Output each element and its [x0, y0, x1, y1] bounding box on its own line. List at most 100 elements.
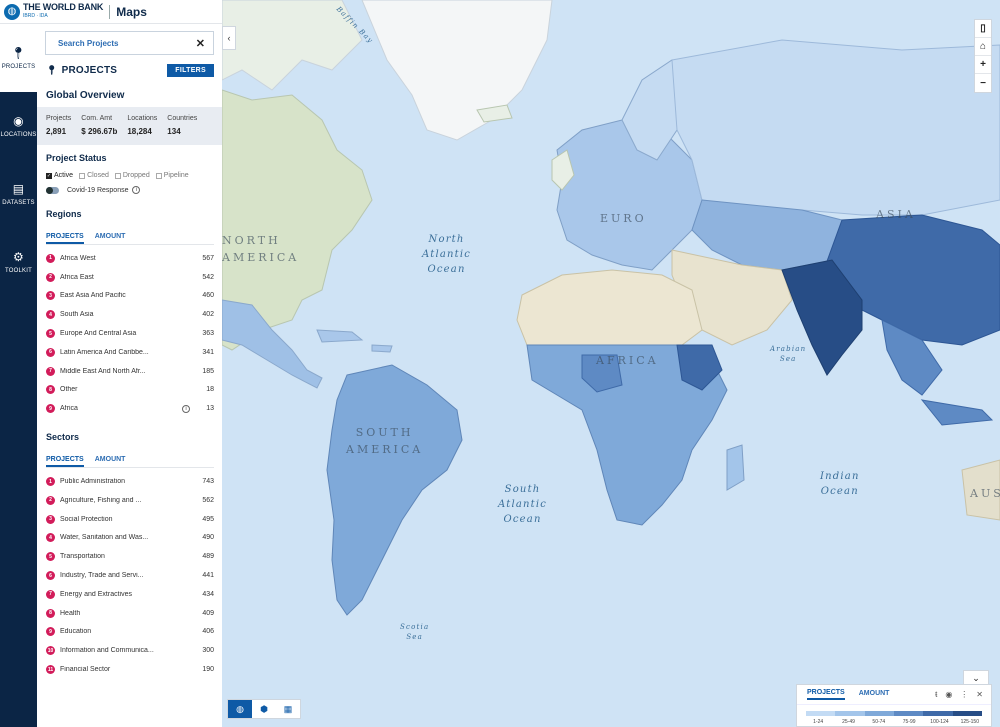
list-item[interactable]: 3 East Asia And Pacific 460	[46, 287, 214, 306]
list-item[interactable]: 5 Europe And Central Asia 363	[46, 324, 214, 343]
globe-icon[interactable]: ◍	[228, 700, 252, 718]
rank-badge: 8	[46, 608, 55, 618]
sectors-tabs: PROJECTS AMOUNT	[46, 456, 214, 469]
app-title[interactable]: Maps	[116, 5, 147, 19]
map-label-africa: AFRICA	[596, 354, 659, 367]
status-pipeline-checkbox[interactable]: Pipeline	[155, 172, 189, 179]
pin-icon: 📍︎	[46, 65, 58, 75]
zoom-in-button[interactable]: +	[975, 56, 991, 74]
list-item[interactable]: 7 Energy and Extractives 434	[46, 585, 214, 604]
rail-item-locations[interactable]: ◉ LOCATIONS	[0, 92, 37, 160]
south-america-landmass	[326, 364, 463, 616]
regions-tabs: PROJECTS AMOUNT	[46, 233, 214, 245]
rank-badge: 2	[46, 495, 55, 505]
tab-sectors-projects[interactable]: PROJECTS	[46, 456, 84, 468]
zoom-out-button[interactable]: −	[975, 74, 991, 92]
brand-sub: IBRD · IDA	[23, 12, 48, 19]
info-icon[interactable]: i	[132, 186, 141, 194]
map-label-arabian-sea: Arabian Sea	[770, 345, 807, 363]
list-item[interactable]: 2 Africa East 542	[46, 268, 214, 287]
status-active-checkbox[interactable]: ✓ Active	[46, 172, 73, 179]
tab-legend-amount[interactable]: AMOUNT	[859, 690, 890, 699]
info-icon[interactable]: i	[182, 404, 190, 413]
item-name: Middle East And North Afr...	[60, 367, 146, 375]
item-name: Financial Sector	[60, 666, 111, 674]
legend-swatch	[893, 711, 924, 716]
item-name: East Asia And Pacific	[60, 292, 126, 300]
collapse-panel-button[interactable]: ‹	[222, 26, 236, 50]
table-icon[interactable]: ▦	[276, 700, 300, 718]
rail-item-projects[interactable]: 📍︎ PROJECTS	[0, 24, 37, 92]
toolkit-icon: ⚙	[13, 250, 24, 264]
text-size-icon[interactable]: ŧ	[935, 690, 937, 699]
map-controls: ▯ ⌂ + −	[974, 19, 992, 93]
legend-color-scale	[806, 711, 982, 716]
item-count: 406	[202, 628, 214, 636]
rank-badge: 5	[46, 552, 55, 562]
list-item[interactable]: 6 Latin America And Caribbe... 341	[46, 343, 214, 362]
search-input[interactable]: Search Projects ✕	[45, 31, 214, 55]
rail-item-toolkit[interactable]: ⚙ TOOLKIT	[0, 228, 37, 296]
item-count: 489	[202, 553, 214, 561]
tab-regions-projects[interactable]: PROJECTS	[46, 233, 84, 244]
rank-badge: 6	[46, 571, 55, 581]
north-africa-landmass	[516, 269, 703, 351]
rank-badge: 9	[46, 404, 55, 414]
list-item[interactable]: 7 Middle East And North Afr... 185	[46, 362, 214, 381]
russia-landmass	[671, 39, 1000, 216]
datasets-icon: ▤	[12, 182, 25, 196]
list-item[interactable]: 4 Water, Sanitation and Was... 490	[46, 529, 214, 548]
tab-legend-projects[interactable]: PROJECTS	[807, 689, 845, 700]
legend-swatch	[835, 711, 865, 716]
covid-toggle[interactable]	[46, 186, 59, 194]
item-count: 190	[202, 666, 214, 674]
list-item[interactable]: 6 Industry, Trade and Servi... 441	[46, 566, 214, 585]
list-item[interactable]: 1 Africa West 567	[46, 249, 214, 268]
list-item[interactable]: 5 Transportation 489	[46, 547, 214, 566]
item-name: Information and Communica...	[60, 647, 154, 655]
list-item[interactable]: 8 Health 409	[46, 604, 214, 623]
global-overview-title: Global Overview	[46, 90, 125, 101]
item-name: Africa West	[60, 254, 96, 262]
stat-label: Locations	[127, 115, 158, 122]
item-count: 542	[202, 273, 214, 281]
rank-badge: 1	[46, 253, 55, 263]
book-icon[interactable]: ▯	[975, 20, 991, 38]
list-item[interactable]: 8 Other 18	[46, 381, 214, 400]
list-item[interactable]: 10 Information and Communica... 300	[46, 641, 214, 660]
home-icon[interactable]: ⌂	[975, 38, 991, 56]
item-name: Africa	[60, 405, 78, 413]
filters-button[interactable]: FILTERS	[167, 64, 214, 77]
hexagon-icon[interactable]: ⬢	[252, 700, 276, 718]
brand-divider	[109, 4, 111, 19]
close-icon[interactable]: ✕	[976, 690, 983, 699]
item-name: Transportation	[60, 553, 105, 561]
more-icon[interactable]: ⋮	[960, 690, 968, 699]
item-name: Industry, Trade and Servi...	[60, 572, 144, 580]
list-item[interactable]: 4 South Asia 402	[46, 305, 214, 324]
world-map[interactable]: Baffin Bay North Atlantic Ocean South Atlan…	[222, 0, 1000, 727]
list-item[interactable]: 2 Agriculture, Fishing and ... 562	[46, 491, 214, 510]
map-label-asia: ASIA	[876, 208, 916, 221]
close-icon[interactable]: ✕	[196, 37, 205, 50]
stat-commitment: Com. Amt $ 296.67b	[81, 115, 117, 145]
rail-item-datasets[interactable]: ▤ DATASETS	[0, 160, 37, 228]
rank-badge: 5	[46, 329, 55, 339]
status-closed-checkbox[interactable]: Closed	[79, 172, 109, 179]
world-bank-logo-icon: ◍	[4, 3, 20, 20]
status-dropped-checkbox[interactable]: Dropped	[114, 172, 150, 179]
tab-sectors-amount[interactable]: AMOUNT	[95, 456, 126, 467]
eye-icon[interactable]: ◉	[945, 690, 952, 699]
tab-regions-amount[interactable]: AMOUNT	[95, 233, 126, 244]
list-item[interactable]: 9 Education 406	[46, 623, 214, 642]
list-item[interactable]: 3 Social Protection 495	[46, 510, 214, 529]
legend-range-label: 1-24	[813, 719, 824, 725]
view-switcher: ◍ ⬢ ▦	[227, 699, 301, 719]
list-item[interactable]: 1 Public Administration 743	[46, 472, 214, 491]
list-item[interactable]: 11 Financial Sector 190	[46, 660, 214, 679]
legend-range-label: 100-124	[930, 719, 949, 725]
list-item[interactable]: 9 Africa i 13	[46, 399, 214, 418]
brand-org: THE WORLD BANK	[23, 1, 104, 12]
item-name: Europe And Central Asia	[60, 330, 137, 338]
map-label-south-atlantic: South Atlantic Ocean	[498, 484, 548, 525]
